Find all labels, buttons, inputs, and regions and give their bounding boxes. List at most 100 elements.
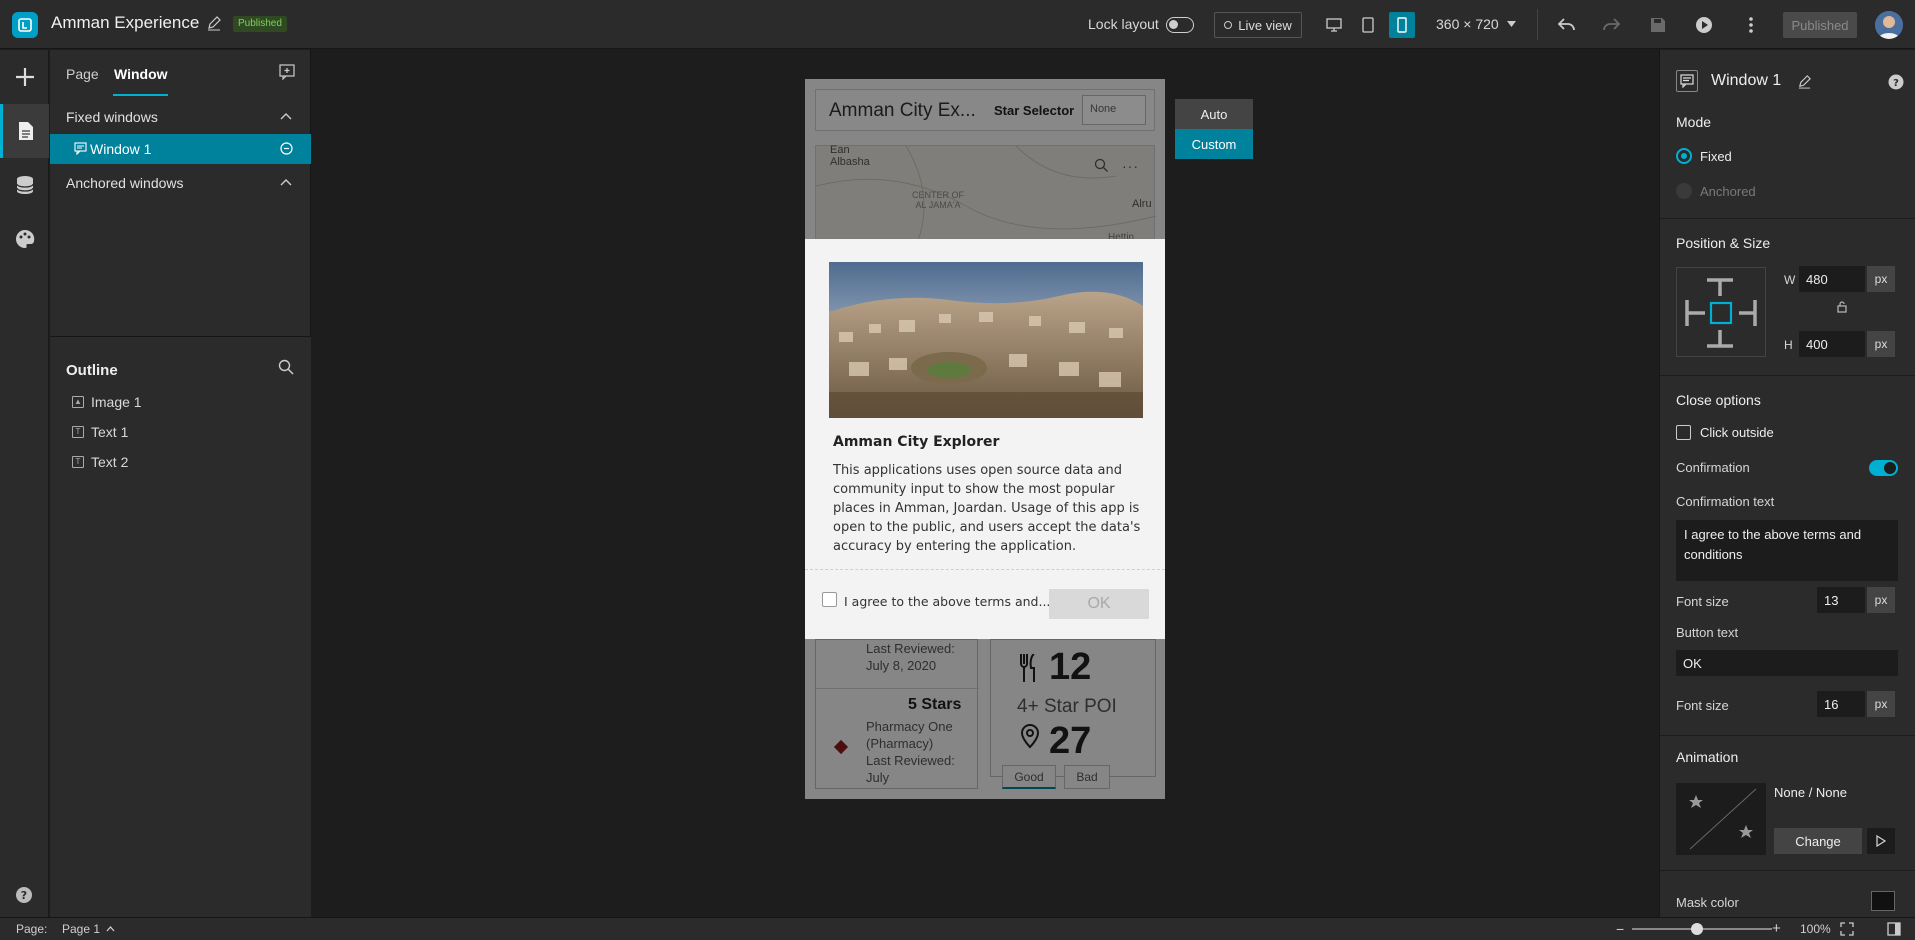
chevron-up-icon[interactable] — [280, 112, 292, 120]
left-rail: ? — [0, 50, 49, 917]
help-icon[interactable]: ? — [1888, 74, 1904, 90]
mode-fixed-label: Fixed — [1700, 149, 1732, 164]
chevron-down-icon — [1506, 21, 1516, 27]
section-divider — [1660, 375, 1915, 376]
save-icon[interactable] — [1646, 13, 1670, 37]
animation-value: None / None — [1774, 785, 1847, 800]
user-avatar[interactable] — [1875, 11, 1903, 39]
screen-size-value: 360 × 720 — [1436, 16, 1499, 32]
confirmation-text-input[interactable]: I agree to the above terms and condition… — [1676, 520, 1898, 581]
theme-palette-icon[interactable] — [0, 212, 49, 266]
window-icon — [74, 142, 87, 155]
screen-size-dropdown[interactable]: 360 × 720 — [1436, 16, 1516, 32]
change-animation-button[interactable]: Change — [1774, 828, 1862, 854]
app-title: Amman Experience — [51, 13, 200, 32]
outline-item-image-1[interactable]: ▲ Image 1 — [72, 394, 142, 410]
mode-fixed-radio[interactable] — [1676, 148, 1692, 164]
mode-anchored-label: Anchored — [1700, 184, 1756, 199]
font-size-unit[interactable]: px — [1867, 691, 1895, 717]
window-item-label: Window 1 — [90, 141, 152, 157]
outline-item-label: Image 1 — [91, 394, 142, 410]
window-list-item-window-1[interactable]: Window 1 — [50, 134, 311, 164]
mobile-device-icon[interactable] — [1389, 12, 1415, 38]
redo-icon[interactable] — [1599, 13, 1623, 37]
zoom-slider-thumb[interactable] — [1691, 923, 1703, 935]
section-divider — [1660, 218, 1915, 219]
confirmation-label: Confirmation — [1676, 460, 1750, 475]
mask-color-label: Mask color — [1676, 895, 1739, 910]
window-1-modal: Amman City Explorer This applications us… — [805, 239, 1165, 639]
agree-checkbox-label[interactable]: I agree to the above terms and... — [844, 594, 1050, 609]
mode-anchored-radio[interactable] — [1676, 183, 1692, 199]
width-unit[interactable]: px — [1867, 266, 1895, 292]
preview-play-icon[interactable] — [1692, 13, 1716, 37]
search-icon[interactable] — [278, 359, 294, 375]
undo-icon[interactable] — [1555, 13, 1579, 37]
experience-builder-logo-icon[interactable] — [12, 12, 38, 38]
button-text-label: Button text — [1676, 625, 1739, 640]
outline-item-text-2[interactable]: T Text 2 — [72, 454, 128, 470]
desktop-device-icon[interactable] — [1322, 13, 1346, 37]
page-panel-icon[interactable] — [0, 104, 49, 158]
button-font-size-input[interactable]: 16 — [1817, 691, 1865, 717]
data-icon[interactable] — [0, 158, 49, 212]
button-text-input[interactable]: OK — [1676, 650, 1898, 676]
window-icon — [1676, 70, 1698, 92]
lock-layout-toggle[interactable] — [1166, 17, 1194, 33]
click-outside-checkbox[interactable] — [1676, 425, 1691, 440]
tab-page[interactable]: Page — [66, 66, 99, 82]
play-animation-icon[interactable] — [1867, 828, 1895, 854]
live-view-icon — [1224, 21, 1233, 29]
toggle-panel-icon[interactable] — [1887, 922, 1901, 936]
height-input[interactable]: 400 — [1799, 331, 1865, 357]
outline-panel: Outline ▲ Image 1 T Text 1 T Text 2 — [50, 336, 311, 917]
width-label: W — [1784, 273, 1796, 287]
font-size-unit[interactable]: px — [1867, 587, 1895, 613]
svg-text:?: ? — [1893, 78, 1899, 89]
text-icon: T — [72, 426, 84, 438]
height-label: H — [1784, 338, 1793, 352]
edit-title-icon[interactable] — [1797, 74, 1812, 89]
position-picker[interactable] — [1676, 267, 1766, 357]
lock-ratio-icon[interactable] — [1837, 301, 1847, 313]
active-tab-indicator — [113, 94, 168, 96]
fit-screen-icon[interactable] — [1840, 922, 1854, 936]
anchored-windows-header[interactable]: Anchored windows — [66, 175, 184, 191]
click-outside-label: Click outside — [1700, 425, 1774, 440]
app-header: Amman Experience Published Lock layout L… — [0, 0, 1915, 49]
width-input[interactable]: 480 — [1799, 266, 1865, 292]
add-widget-icon[interactable] — [0, 50, 49, 104]
live-view-label: Live view — [1238, 17, 1292, 33]
more-options-icon[interactable] — [1739, 13, 1763, 37]
tab-window[interactable]: Window — [114, 66, 168, 82]
image-icon: ▲ — [72, 396, 84, 408]
confirmation-toggle[interactable] — [1869, 460, 1898, 476]
edit-title-icon[interactable] — [206, 15, 222, 31]
custom-button[interactable]: Custom — [1175, 129, 1253, 159]
ok-button[interactable]: OK — [1049, 589, 1149, 619]
publish-button[interactable]: Published — [1783, 12, 1857, 38]
height-unit[interactable]: px — [1867, 331, 1895, 357]
font-size-label: Font size — [1676, 698, 1729, 713]
agree-checkbox[interactable] — [822, 592, 837, 607]
page-selector[interactable]: Page 1 — [62, 922, 115, 936]
status-badge: Published — [233, 16, 287, 32]
mask-color-swatch[interactable] — [1871, 891, 1895, 911]
live-view-button[interactable]: Live view — [1214, 12, 1302, 38]
fixed-windows-header[interactable]: Fixed windows — [66, 109, 158, 125]
zoom-out-icon[interactable]: − — [1616, 921, 1624, 937]
text-icon: T — [72, 456, 84, 468]
outline-item-text-1[interactable]: T Text 1 — [72, 424, 128, 440]
section-divider — [1660, 735, 1915, 736]
modal-divider — [805, 569, 1165, 570]
window-settings-icon[interactable] — [280, 142, 293, 155]
help-icon[interactable]: ? — [15, 886, 33, 904]
confirmation-font-size-input[interactable]: 13 — [1817, 587, 1865, 613]
zoom-in-icon[interactable]: + — [1772, 920, 1781, 937]
add-window-icon[interactable] — [279, 64, 295, 80]
panel-title: Window 1 — [1711, 72, 1782, 89]
tablet-device-icon[interactable] — [1356, 13, 1380, 37]
modal-body-text: This applications uses open source data … — [833, 463, 1141, 554]
chevron-up-icon[interactable] — [280, 178, 292, 186]
auto-button[interactable]: Auto — [1175, 99, 1253, 129]
